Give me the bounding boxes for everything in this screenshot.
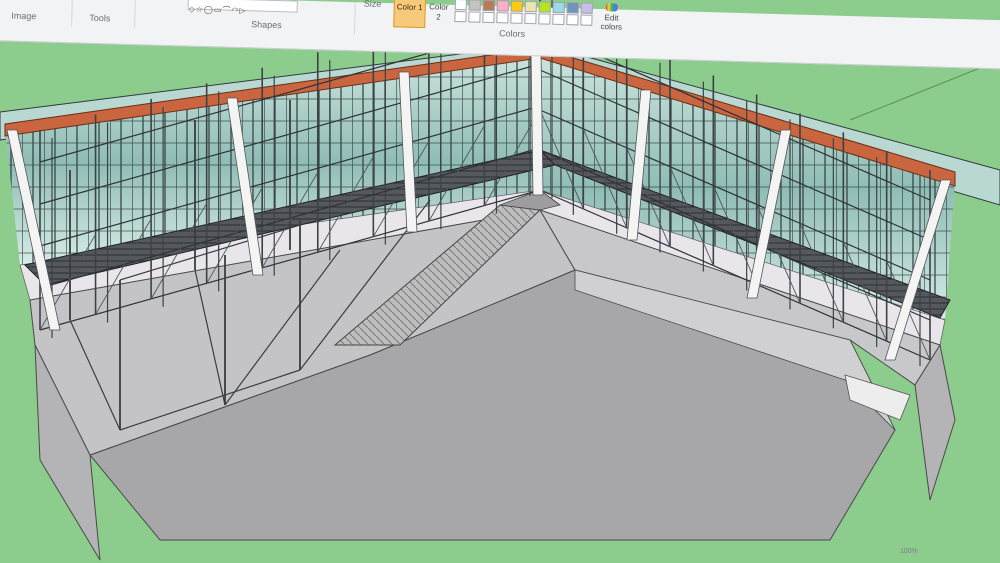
palette-swatch[interactable]: [538, 13, 551, 25]
shapes-icons: ◇☆◯▭⌒◠▷: [188, 4, 247, 16]
palette-swatch[interactable]: [496, 0, 509, 12]
palette-swatch[interactable]: [580, 2, 593, 14]
divider: [71, 0, 73, 27]
palette-swatch[interactable]: [552, 1, 565, 14]
palette-swatch[interactable]: [468, 11, 481, 23]
edit-colors-button[interactable]: Edit colors: [595, 3, 628, 32]
palette-swatch[interactable]: [510, 12, 523, 24]
divider: [134, 0, 136, 29]
palette-swatch[interactable]: [482, 0, 495, 12]
palette-swatch[interactable]: [454, 0, 467, 11]
group-label-image: Image: [11, 10, 37, 22]
palette-swatch[interactable]: [538, 1, 551, 13]
divider: [353, 2, 356, 35]
palette-swatch[interactable]: [454, 10, 467, 23]
palette-swatch[interactable]: [566, 14, 579, 26]
palette-swatch[interactable]: [552, 13, 565, 26]
palette-swatch[interactable]: [496, 12, 509, 24]
color-wheel-icon: [605, 3, 618, 12]
palette-swatch[interactable]: [482, 11, 495, 24]
palette-swatch[interactable]: [510, 0, 523, 12]
group-label-shapes: Shapes: [251, 19, 282, 31]
group-label-colors: Colors: [498, 28, 526, 39]
white-column: [530, 51, 544, 196]
edit-colors-label: Edit colors: [600, 13, 623, 32]
drawing-canvas[interactable]: [0, 0, 1000, 563]
color-palette: [452, 0, 598, 26]
color2-button[interactable]: Color 2: [426, 0, 451, 27]
group-label-tools: Tools: [89, 12, 111, 24]
palette-swatch[interactable]: [524, 0, 537, 13]
palette-swatch[interactable]: [580, 14, 593, 26]
color2-label: Color 2: [429, 2, 449, 22]
palette-swatch[interactable]: [566, 2, 579, 14]
shapes-gallery[interactable]: ◇☆◯▭⌒◠▷: [187, 0, 298, 16]
color1-button[interactable]: Color 1: [393, 0, 426, 29]
size-button[interactable]: Size: [364, 0, 382, 9]
monitor-screen: Image Tools ◇☆◯▭⌒◠▷ Shapes Size Color 1 …: [0, 0, 1000, 563]
palette-swatch[interactable]: [468, 0, 481, 11]
zoom-level: 100%: [900, 548, 918, 555]
color1-label: Color 1: [396, 2, 423, 13]
palette-swatch[interactable]: [524, 12, 537, 25]
